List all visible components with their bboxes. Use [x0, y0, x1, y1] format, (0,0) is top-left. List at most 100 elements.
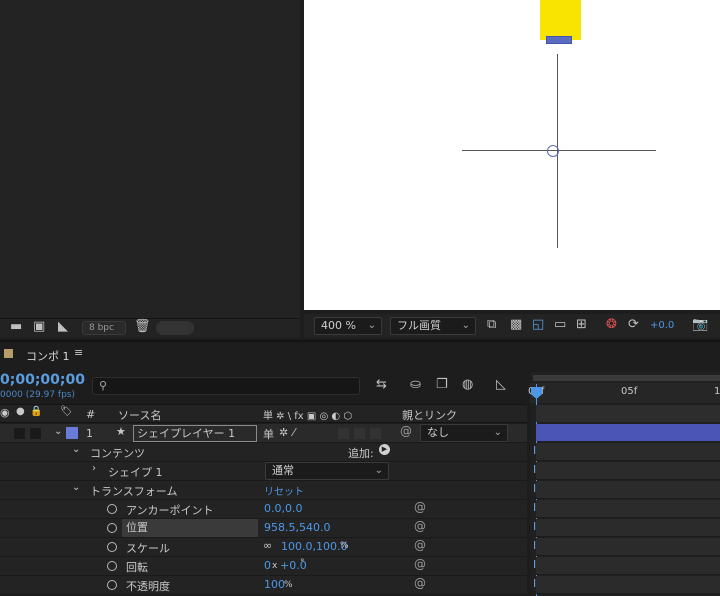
grid-guides-icon[interactable]: ⊞ [576, 316, 587, 334]
track-row [536, 481, 720, 499]
property-value[interactable]: 100.0,100.0 [281, 540, 347, 553]
shape-label: シェイプ 1 [108, 466, 163, 479]
constrain-link-icon[interactable]: ∞ [263, 539, 272, 552]
property-name[interactable]: 位置 [122, 519, 258, 537]
camera-icon[interactable]: 📷 [692, 316, 708, 334]
chevron-down-icon: ⌄ [367, 320, 376, 331]
shape-group-row[interactable] [0, 462, 527, 481]
composition-viewer[interactable] [304, 0, 720, 310]
stopwatch-icon[interactable] [107, 542, 117, 552]
pickwhip-icon[interactable]: @ [414, 500, 426, 514]
property-name: 回転 [126, 561, 148, 574]
switch-box[interactable] [354, 428, 365, 439]
chevron-down-icon: ⌄ [493, 427, 502, 438]
composition-icon[interactable]: ▣ [33, 318, 45, 336]
frame-blending-icon[interactable]: ❐ [436, 376, 448, 394]
stopwatch-icon[interactable] [107, 580, 117, 590]
pickwhip-icon[interactable]: @ [414, 538, 426, 552]
graph-editor-icon[interactable]: ◺ [496, 376, 506, 394]
render-queue-icon[interactable]: ◣ [58, 318, 68, 336]
add-label[interactable]: 追加: [348, 445, 374, 461]
transform-label: トランスフォーム [90, 485, 178, 498]
keyframe-indicator: I [533, 444, 537, 457]
anchor-point-icon[interactable] [547, 145, 559, 157]
layer-label-color[interactable] [66, 427, 78, 439]
guide-horizontal [462, 150, 656, 151]
motion-blur-icon[interactable]: ◍ [462, 376, 473, 394]
zoom-value: 400 % [321, 319, 356, 332]
timeline-tab[interactable]: コンポ 1 [26, 348, 70, 364]
layer-audio-box[interactable] [14, 428, 25, 439]
add-play-icon[interactable]: ▶ [379, 444, 390, 455]
collapse-icon[interactable]: › [92, 463, 96, 474]
keyframe-indicator: I [533, 463, 537, 476]
keyframe-indicator: I [533, 482, 537, 495]
property-value[interactable]: 100 [264, 578, 285, 591]
label-tag-icon[interactable]: 🏷 [60, 406, 73, 417]
stopwatch-icon[interactable] [107, 523, 117, 533]
comp-flowchart-icon[interactable]: ⇆ [376, 376, 387, 394]
shy-switch-icon[interactable]: 单 [263, 426, 274, 442]
exposure-value[interactable]: +0.0 [650, 320, 674, 331]
trash-icon[interactable]: 🗑 [134, 318, 151, 336]
transparency-grid-icon[interactable]: ▩ [510, 316, 522, 334]
layer-name[interactable]: シェイプレイヤー 1 [133, 425, 257, 442]
bpc-selector[interactable]: 8 bpc [82, 321, 126, 335]
expand-icon[interactable]: ⌄ [72, 482, 80, 493]
track-row [536, 557, 720, 575]
stopwatch-icon[interactable] [107, 561, 117, 571]
video-eye-icon[interactable]: ◉ [0, 406, 10, 419]
track-row [536, 500, 720, 518]
selection-handles[interactable] [546, 36, 572, 44]
draft-3d-icon[interactable]: ⛀ [410, 376, 421, 394]
quality-dropdown[interactable]: フル画質 ⌄ [390, 317, 476, 335]
track-header-row [536, 405, 720, 422]
property-unit: % [284, 580, 293, 590]
keyframe-indicator: I [533, 501, 537, 514]
pickwhip-icon[interactable]: @ [414, 576, 426, 590]
property-value[interactable]: 0 [264, 559, 271, 572]
chevron-down-icon: ⌄ [461, 320, 470, 331]
column-switches: 単 ✲ \ fx ▣ ◎ ◐ ⬡ [263, 411, 353, 422]
star-icon: ★ [116, 425, 126, 438]
property-value[interactable]: 0.0,0.0 [264, 502, 302, 515]
menu-icon[interactable]: ≡ [74, 346, 83, 359]
track-row [536, 443, 720, 461]
expand-icon[interactable]: ⌄ [72, 444, 80, 455]
folder-icon[interactable]: ▬ [10, 318, 22, 336]
channels-icon[interactable]: ❂ [606, 316, 617, 334]
work-area-bar[interactable] [533, 375, 720, 381]
parent-dropdown[interactable]: なし ⌄ [420, 424, 508, 442]
reset-link[interactable]: リセット [264, 483, 304, 498]
safe-area-icon[interactable]: ▭ [554, 316, 566, 334]
pickwhip-icon[interactable]: @ [414, 519, 426, 533]
pickwhip-icon[interactable]: @ [400, 424, 412, 438]
exposure-reset-icon[interactable]: ⟳ [628, 316, 639, 334]
expand-layer-icon[interactable]: ⌄ [54, 426, 62, 437]
layer-number: 1 [86, 427, 93, 440]
column-parent[interactable]: 親とリンク [402, 407, 457, 423]
track-row [536, 519, 720, 537]
layer-solo-box[interactable] [30, 428, 41, 439]
pickwhip-icon[interactable]: @ [414, 557, 426, 571]
zoom-dropdown[interactable]: 400 % ⌄ [314, 317, 382, 335]
column-source-name[interactable]: ソース名 [118, 407, 161, 423]
timecode[interactable]: 0;00;00;00 [0, 372, 85, 388]
mask-visibility-icon[interactable]: ◱ [532, 316, 544, 334]
switch-box[interactable] [370, 428, 381, 439]
quality-switch-icon[interactable]: ⁄ [293, 426, 295, 439]
layer-duration-bar[interactable] [536, 424, 720, 441]
solo-icon[interactable]: ● [16, 406, 25, 417]
comp-color-swatch [4, 349, 13, 358]
contents-label: コンテンツ [90, 447, 145, 460]
stopwatch-icon[interactable] [107, 504, 117, 514]
fps-label: 0000 (29.97 fps) [0, 390, 75, 400]
collapse-switch-icon[interactable]: ✲ [279, 426, 288, 439]
property-value[interactable]: 958.5,540.0 [264, 521, 330, 534]
timeline-search-input[interactable]: ⚲ [92, 377, 360, 395]
switch-box[interactable] [338, 428, 349, 439]
snapshot-region-icon[interactable]: ⧉ [487, 316, 496, 334]
thumbnail-slider[interactable] [156, 321, 194, 335]
lock-icon[interactable]: 🔒 [30, 406, 42, 417]
blend-mode-dropdown[interactable]: 通常 ⌄ [265, 462, 389, 480]
